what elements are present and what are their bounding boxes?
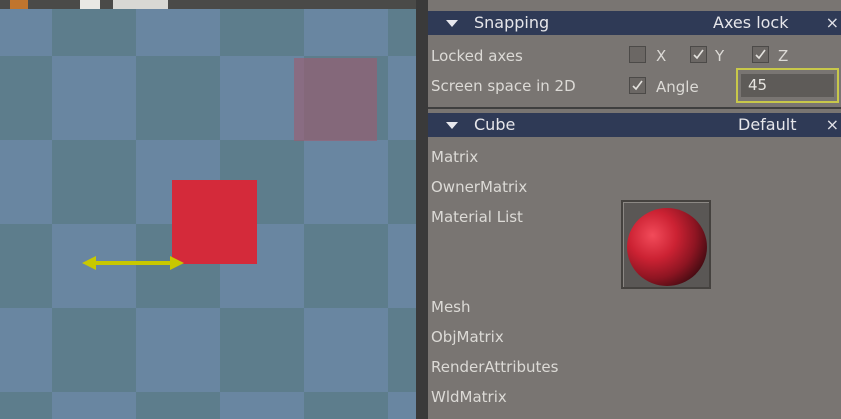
- screen-space-label: Screen space in 2D: [431, 77, 576, 95]
- section-divider: [428, 107, 841, 109]
- screen-space-checkbox[interactable]: [629, 77, 646, 94]
- axis-x-checkbox[interactable]: [629, 46, 646, 63]
- viewport-divider[interactable]: [416, 0, 428, 419]
- cube-header[interactable]: Cube Default ×: [428, 113, 841, 137]
- material-sphere-icon: [627, 208, 707, 286]
- locked-axes-label: Locked axes: [431, 47, 523, 65]
- property-material-list[interactable]: Material List: [431, 208, 523, 226]
- axis-arrow-icon[interactable]: [80, 254, 186, 272]
- property-wld-matrix[interactable]: WldMatrix: [431, 388, 507, 406]
- property-render-attributes[interactable]: RenderAttributes: [431, 358, 558, 376]
- close-icon[interactable]: ×: [826, 115, 839, 134]
- cube-preset-dropdown[interactable]: Default: [738, 115, 796, 134]
- check-icon: [755, 49, 766, 60]
- property-owner-matrix[interactable]: OwnerMatrix: [431, 178, 527, 196]
- viewport-top-strip: [0, 0, 419, 9]
- viewport-tab-icon[interactable]: [10, 0, 28, 9]
- collapse-triangle-icon[interactable]: [446, 122, 458, 129]
- property-matrix[interactable]: Matrix: [431, 148, 478, 166]
- angle-value[interactable]: 45: [741, 74, 834, 97]
- snapping-preset-dropdown[interactable]: Axes lock: [713, 13, 788, 32]
- viewport-3d[interactable]: [0, 0, 419, 419]
- snapping-title: Snapping: [474, 13, 550, 32]
- property-obj-matrix[interactable]: ObjMatrix: [431, 328, 504, 346]
- snapping-header[interactable]: Snapping Axes lock ×: [428, 11, 841, 35]
- property-panel: Snapping Axes lock × Locked axes X Y Z S…: [428, 0, 841, 419]
- collapse-triangle-icon[interactable]: [446, 20, 458, 27]
- cube-object[interactable]: [172, 180, 257, 264]
- cube-title: Cube: [474, 115, 516, 134]
- axis-z-checkbox[interactable]: [752, 46, 769, 63]
- viewport-tab[interactable]: [113, 0, 168, 9]
- angle-label: Angle: [656, 78, 699, 96]
- angle-input[interactable]: 45: [736, 68, 839, 103]
- viewport-tab[interactable]: [80, 0, 100, 9]
- check-icon: [632, 80, 643, 91]
- close-icon[interactable]: ×: [826, 13, 839, 32]
- property-mesh[interactable]: Mesh: [431, 298, 471, 316]
- axis-y-checkbox[interactable]: [690, 46, 707, 63]
- axis-y-label: Y: [715, 47, 725, 65]
- axis-x-label: X: [656, 47, 667, 65]
- axis-z-label: Z: [778, 47, 789, 65]
- check-icon: [693, 49, 704, 60]
- material-preview[interactable]: [621, 200, 711, 289]
- translucent-object[interactable]: [294, 58, 377, 141]
